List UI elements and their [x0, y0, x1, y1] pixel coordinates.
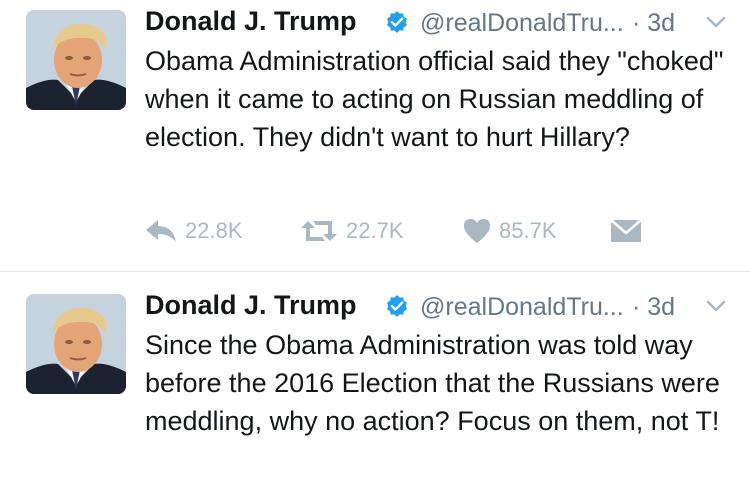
- avatar[interactable]: [26, 10, 126, 110]
- retweet-button[interactable]: 22.7K: [300, 214, 404, 248]
- like-count: 85.7K: [499, 218, 557, 243]
- like-icon: [464, 219, 490, 243]
- handle[interactable]: @realDonaldTru...: [420, 9, 624, 38]
- direct-message-button[interactable]: [610, 214, 642, 248]
- retweet-count: 22.7K: [346, 218, 404, 243]
- handle[interactable]: @realDonaldTru...: [420, 293, 624, 322]
- profile-photo: [26, 294, 126, 394]
- display-name[interactable]: Donald J. Trump: [145, 6, 357, 37]
- tweet-text: Obama Administration official said they …: [145, 46, 724, 152]
- tweet-header: Donald J. Trump @realDonaldTru... · 3d: [145, 6, 730, 42]
- tweet-header: Donald J. Trump @realDonaldTru... · 3d: [145, 290, 730, 326]
- tweet-text: Since the Obama Administration was told …: [145, 330, 720, 436]
- retweet-icon: [301, 221, 337, 241]
- chevron-down-icon[interactable]: [705, 14, 727, 30]
- verified-badge-icon: [387, 295, 407, 317]
- reply-button[interactable]: 22.8K: [145, 214, 243, 248]
- like-button[interactable]: 85.7K: [463, 214, 557, 248]
- tweet-actions: 22.8K 22.7K 85.7K: [145, 214, 705, 248]
- tweet[interactable]: Donald J. Trump @realDonaldTru... · 3d S…: [0, 272, 750, 493]
- profile-photo: [26, 10, 126, 110]
- chevron-down-icon[interactable]: [705, 298, 727, 314]
- direct-message-icon: [610, 219, 642, 242]
- reply-icon: [146, 220, 176, 242]
- reply-count: 22.8K: [185, 218, 243, 243]
- avatar[interactable]: [26, 294, 126, 394]
- timestamp[interactable]: · 3d: [632, 9, 675, 38]
- display-name[interactable]: Donald J. Trump: [145, 290, 357, 321]
- timestamp[interactable]: · 3d: [632, 293, 675, 322]
- tweet[interactable]: Donald J. Trump @realDonaldTru... · 3d O…: [0, 0, 750, 272]
- verified-badge-icon: [387, 11, 407, 33]
